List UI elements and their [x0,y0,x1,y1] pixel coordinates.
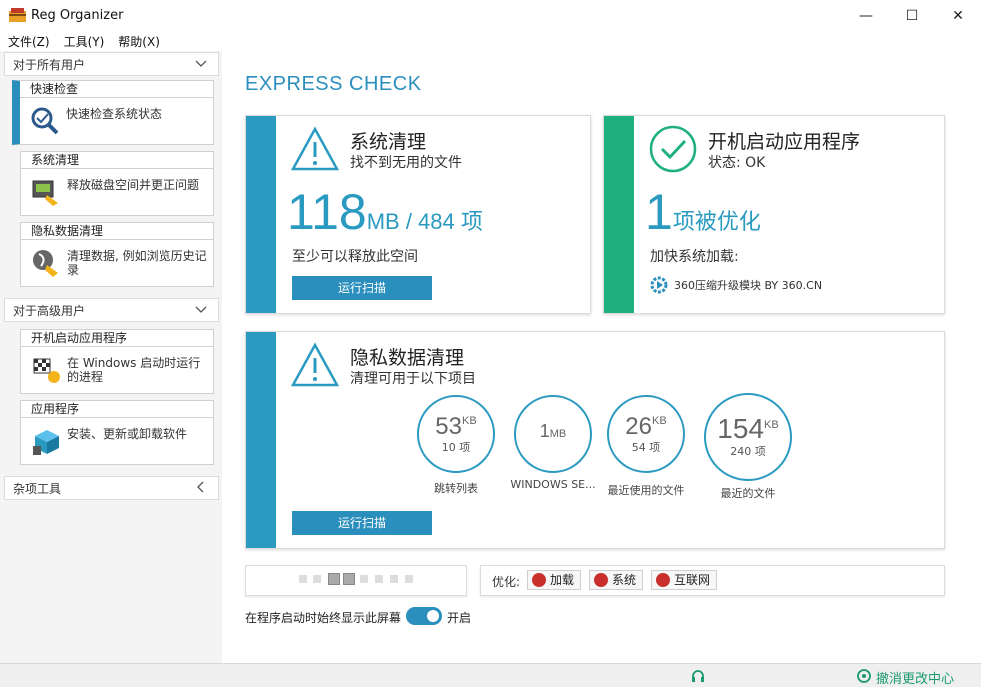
main-content: EXPRESS CHECK 系统清理 找不到无用的文件 118MB / 484 … [222,51,981,663]
power-icon [594,573,608,587]
sidebar-item-desc: 安装、更新或卸载软件 [67,427,188,441]
privacy-item-label: 最近的文件 [720,487,776,500]
section-all-users-label: 对于所有用户 [13,57,86,72]
card-note: 加快系统加载: [650,249,739,265]
optimize-load-button[interactable]: 加载 [527,570,582,590]
card-title: 开机启动应用程序 [708,131,861,153]
startup-apps-card: 开机启动应用程序 状态: OK 1项被优化 加快系统加载: 360压缩升级模块 … [603,115,945,314]
sidebar-item-label: 隐私数据清理 [21,223,213,240]
magnifier-check-icon [31,107,59,135]
status-bar: 撤消更改中心 [0,663,981,687]
pager-dot-selected[interactable] [328,573,340,585]
card-subtitle: 清理可用于以下项目 [350,371,476,387]
card-subtitle: 状态: OK [708,155,766,171]
sidebar-item-desc: 快速检查系统状态 [66,107,163,121]
chevron-down-icon [195,60,207,67]
maximize-icon: ☐ [905,7,919,24]
menu-tools[interactable]: 工具(Y) [57,31,112,51]
app-logo-icon [9,8,26,22]
optimized-count: 1项被优化 [645,184,761,240]
sidebar-item-label: 开机启动应用程序 [21,330,213,347]
carousel-pager [245,565,467,596]
pager-dot[interactable] [313,575,321,583]
privacy-item-circle[interactable]: 1MB [514,395,592,473]
pager-dot[interactable] [390,575,398,583]
card-title: 系统清理 [350,131,427,153]
undo-changes-center-link[interactable]: 撤消更改中心 [876,668,954,687]
section-advanced-users[interactable]: 对于高级用户 [4,298,219,322]
pager-dot[interactable] [360,575,368,583]
optimize-internet-button[interactable]: 互联网 [651,570,718,590]
pager-dot[interactable] [375,575,383,583]
section-misc-tools-label: 杂项工具 [13,481,62,496]
power-icon [532,573,546,587]
show-on-start-toggle[interactable] [406,607,442,625]
chevron-down-icon [195,306,207,313]
startup-flag-icon [33,358,60,383]
minimize-button[interactable]: — [843,0,889,31]
sidebar-item-label: 应用程序 [21,401,213,418]
toggle-state-label: 开启 [447,611,472,625]
page-title: EXPRESS CHECK [245,73,422,95]
disk-cleanup-icon [32,180,58,206]
run-scan-button[interactable]: 运行扫描 [292,276,432,300]
privacy-item-label: 跳转列表 [434,482,478,495]
menu-bar: 文件(Z) 工具(Y) 帮助(X) [0,31,981,51]
pager-dot-selected[interactable] [343,573,355,585]
sidebar-item-desc: 在 Windows 启动时运行的进程 [67,356,201,384]
check-circle-icon [649,125,697,173]
optimize-system-button[interactable]: 系统 [589,570,644,590]
app-box-icon [33,430,59,455]
privacy-item-label: 最近使用的文件 [607,484,685,497]
sidebar-item-privacy-clean[interactable]: 隐私数据清理 清理数据, 例如浏览历史记录 [20,222,214,287]
optimize-label: 优化: [492,575,521,589]
sidebar-item-desc: 释放磁盘空间并更正问题 [67,178,200,192]
section-misc-tools[interactable]: 杂项工具 [4,476,219,500]
pager-dot[interactable] [405,575,413,583]
headset-icon[interactable] [690,668,706,684]
sidebar-item-system-clean[interactable]: 系统清理 释放磁盘空间并更正问题 [20,151,214,216]
card-title: 隐私数据清理 [350,347,465,369]
close-button[interactable]: ✕ [935,0,981,31]
optimize-bar: 优化: 加载 系统 互联网 [480,565,945,596]
section-advanced-users-label: 对于高级用户 [13,303,86,318]
minimize-icon: — [859,7,873,24]
startup-item[interactable]: 360压缩升级模块 BY 360.CN [674,277,822,293]
window-title: Reg Organizer [31,8,124,23]
warning-icon [290,342,340,387]
gear-icon [650,276,668,294]
warning-icon [290,126,340,171]
undo-center-icon [857,669,871,683]
privacy-item-circle[interactable]: 26KB 54 项 [607,395,685,473]
pager-dot[interactable] [299,575,307,583]
card-note: 至少可以释放此空间 [292,249,418,265]
sidebar-item-quick-check[interactable]: 快速检查 快速检查系统状态 [12,80,214,145]
maximize-button[interactable]: ☐ [889,0,935,31]
show-on-start-label: 在程序启动时始终显示此屏幕 [245,611,402,625]
privacy-item-circle[interactable]: 154KB 240 项 [704,393,792,481]
card-subtitle: 找不到无用的文件 [350,155,462,171]
freeable-size: 118MB / 484 项 [287,184,483,240]
title-bar: Reg Organizer — ☐ ✕ [0,0,981,31]
menu-help[interactable]: 帮助(X) [111,31,167,51]
sidebar-item-label: 快速检查 [20,81,213,98]
sidebar-item-applications[interactable]: 应用程序 安装、更新或卸载软件 [20,400,214,465]
sidebar-item-startup-apps[interactable]: 开机启动应用程序 在 Windows 启动时运行的进程 [20,329,214,394]
privacy-item-circle[interactable]: 53KB 10 项 [417,395,495,473]
system-clean-card: 系统清理 找不到无用的文件 118MB / 484 项 至少可以释放此空间 运行… [245,115,591,314]
sidebar: 对于所有用户 快速检查 快速检查系统状态 系统清理 释放磁盘空间并更正问题 隐私… [0,51,222,663]
sidebar-item-desc: 清理数据, 例如浏览历史记录 [67,249,207,277]
power-icon [656,573,670,587]
close-icon: ✕ [952,7,964,24]
sidebar-item-label: 系统清理 [21,152,213,169]
privacy-clean-card: 隐私数据清理 清理可用于以下项目 53KB 10 项 跳转列表 1MB WIND… [245,331,945,549]
run-scan-button[interactable]: 运行扫描 [292,511,432,535]
chevron-left-icon [197,481,204,493]
privacy-clean-icon [33,250,58,277]
section-all-users[interactable]: 对于所有用户 [4,52,219,76]
menu-file[interactable]: 文件(Z) [0,31,57,51]
